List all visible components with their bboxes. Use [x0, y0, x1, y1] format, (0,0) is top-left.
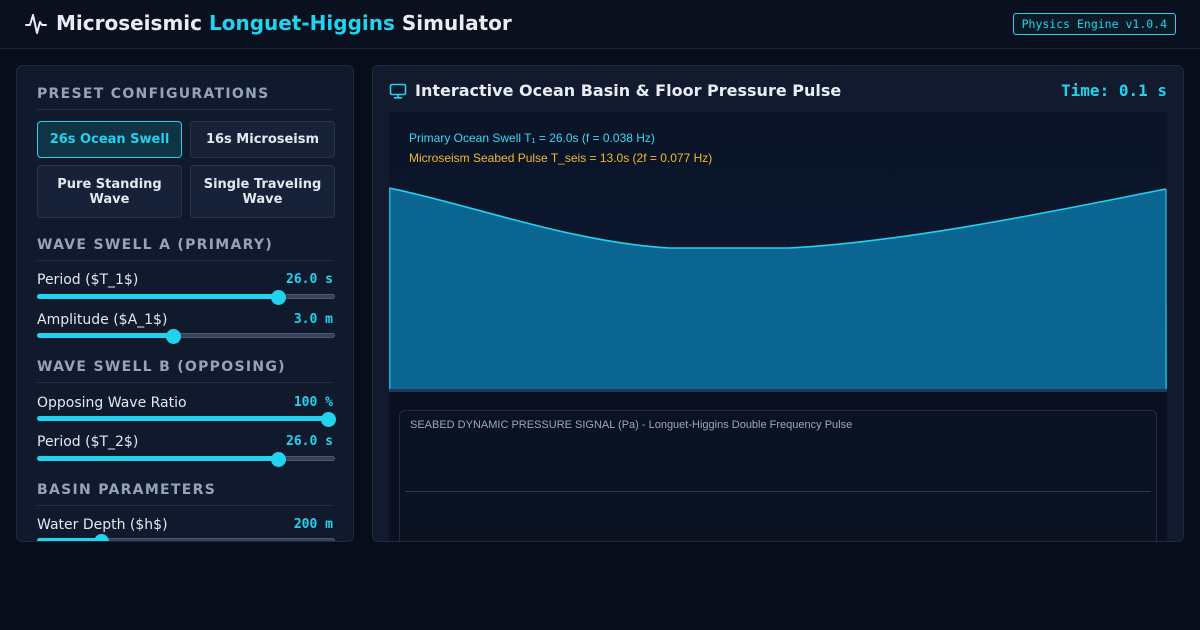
ocean-basin-canvas[interactable]: Primary Ocean Swell T₁ = 26.0s (f = 0.03…	[389, 112, 1167, 392]
slider-thumb[interactable]	[271, 290, 287, 305]
water-depth-slider[interactable]	[37, 534, 335, 541]
pressure-chart-label: SEABED DYNAMIC PRESSURE SIGNAL (Pa) - Lo…	[410, 419, 853, 431]
slider-fill	[37, 294, 279, 299]
period-a-label: Period ($T_1$)	[37, 272, 139, 288]
pressure-signal-area: SEABED DYNAMIC PRESSURE SIGNAL (Pa) - Lo…	[389, 392, 1167, 541]
opposing-ratio-value: 100 %	[293, 395, 333, 410]
slider-thumb[interactable]	[93, 534, 109, 541]
period-b-slider[interactable]	[37, 452, 335, 467]
water-depth-value: 200 m	[293, 517, 333, 532]
slider-thumb[interactable]	[166, 329, 182, 344]
slider-thumb[interactable]	[321, 412, 336, 427]
app-title-suffix: Simulator	[401, 11, 512, 35]
preset-26s-ocean-swell-button[interactable]: 26s Ocean Swell	[37, 121, 182, 158]
period-b-label: Period ($T_2$)	[37, 434, 139, 450]
app-title-accent: Longuet-Higgins	[208, 11, 395, 35]
preset-single-traveling-wave-button[interactable]: Single Traveling Wave	[190, 165, 335, 218]
preset-pure-standing-wave-button[interactable]: Pure Standing Wave	[37, 165, 182, 218]
slider-fill	[37, 456, 279, 461]
period-a-value: 26.0 s	[286, 272, 333, 287]
amplitude-a-slider[interactable]	[37, 329, 335, 344]
slider-fill	[37, 416, 328, 421]
panel-title: Interactive Ocean Basin & Floor Pressure…	[415, 81, 842, 100]
opposing-ratio-label: Opposing Wave Ratio	[37, 395, 187, 411]
monitor-icon	[389, 83, 407, 99]
slider-fill	[37, 333, 174, 338]
simulation-panel: Interactive Ocean Basin & Floor Pressure…	[372, 65, 1184, 542]
pulse-icon	[25, 14, 47, 34]
seabed-pressure-chart: SEABED DYNAMIC PRESSURE SIGNAL (Pa) - Lo…	[399, 410, 1157, 541]
period-b-value: 26.0 s	[286, 434, 333, 449]
microseism-pulse-legend: Microseism Seabed Pulse T_seis = 13.0s (…	[409, 151, 713, 165]
app-title: Microseismic Longuet-Higgins Simulator	[56, 11, 512, 35]
swell-b-section-title: WAVE SWELL B (OPPOSING)	[37, 359, 333, 383]
slider-fill	[37, 538, 101, 541]
simulation-time-readout: Time: 0.1 s	[1061, 81, 1167, 100]
basin-section-title: BASIN PARAMETERS	[37, 482, 333, 506]
primary-swell-legend: Primary Ocean Swell T₁ = 26.0s (f = 0.03…	[409, 131, 655, 145]
control-sidebar: PRESET CONFIGURATIONS 26s Ocean Swell 16…	[16, 65, 354, 542]
period-a-slider[interactable]	[37, 290, 335, 305]
presets-section-title: PRESET CONFIGURATIONS	[37, 86, 333, 110]
pressure-zero-baseline	[405, 491, 1151, 492]
swell-a-section-title: WAVE SWELL A (PRIMARY)	[37, 237, 333, 261]
preset-16s-microseism-button[interactable]: 16s Microseism	[190, 121, 335, 158]
slider-thumb[interactable]	[271, 452, 287, 467]
app-title-prefix: Microseismic	[56, 11, 202, 35]
opposing-ratio-slider[interactable]	[37, 412, 336, 427]
app-header: Microseismic Longuet-Higgins Simulator P…	[0, 0, 1200, 49]
water-depth-label: Water Depth ($h$)	[37, 517, 168, 533]
amplitude-a-value: 3.0 m	[293, 312, 333, 327]
version-badge: Physics Engine v1.0.4	[1012, 13, 1176, 35]
amplitude-a-label: Amplitude ($A_1$)	[37, 312, 168, 328]
